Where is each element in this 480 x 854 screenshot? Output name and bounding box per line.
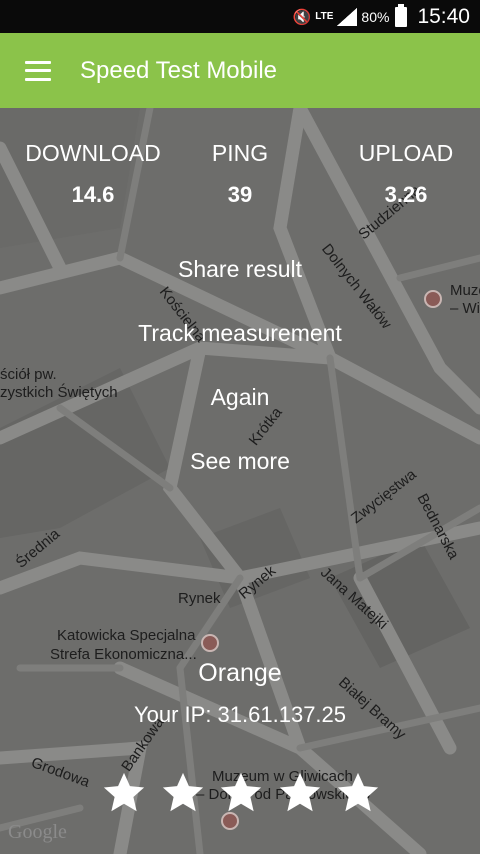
star-icon[interactable] — [101, 770, 147, 816]
download-value: 14.6 — [71, 182, 115, 207]
ip-address: Your IP: 31.61.137.25 — [133, 702, 347, 727]
status-bar: 🔇 LTE 80% 15:40 — [0, 0, 480, 33]
track-measurement-button[interactable]: Track measurement — [0, 320, 480, 347]
star-icon[interactable] — [277, 770, 323, 816]
network-type: LTE — [315, 11, 334, 22]
again-button[interactable]: Again — [0, 384, 480, 411]
star-icon[interactable] — [160, 770, 206, 816]
ping-value: 39 — [227, 182, 253, 207]
see-more-button[interactable]: See more — [0, 448, 480, 475]
upload-value: 3.26 — [384, 182, 428, 207]
star-icon[interactable] — [218, 770, 264, 816]
battery-icon — [395, 3, 408, 27]
signal-icon — [337, 7, 358, 26]
upload-label: UPLOAD — [358, 140, 454, 166]
clock: 15:40 — [417, 4, 470, 28]
app-bar: Speed Test Mobile — [0, 33, 480, 108]
download-label: DOWNLOAD — [25, 140, 161, 166]
rating-stars — [101, 770, 381, 816]
results-overlay: DOWNLOAD 14.6 PING 39 UPLOAD 3.26 Share … — [0, 108, 480, 854]
status-icons: 🔇 LTE 80% 15:40 — [293, 0, 470, 33]
operator-name: Orange — [198, 659, 282, 687]
star-icon[interactable] — [335, 770, 381, 816]
mute-icon: 🔇 — [292, 8, 312, 26]
menu-icon[interactable] — [25, 60, 51, 81]
ping-label: PING — [211, 140, 269, 166]
app-title: Speed Test Mobile — [80, 56, 278, 84]
share-result-button[interactable]: Share result — [0, 256, 480, 283]
battery-percent: 80% — [361, 8, 390, 25]
